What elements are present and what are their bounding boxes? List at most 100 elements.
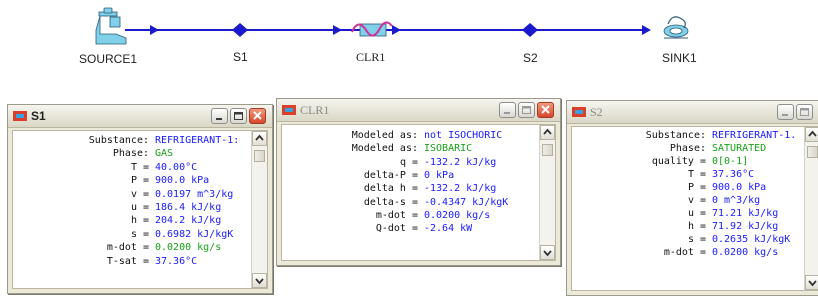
window-titlebar[interactable]: S1 [8,105,272,128]
property-row: T-sat = 37.36°C [13,255,267,268]
property-value[interactable]: 0[0-1] [712,155,748,168]
property-value[interactable]: 186.4 kJ/kg [155,201,221,214]
property-row: Q-dot = -2.64 kW [282,222,555,235]
property-value[interactable]: 0.0200 kg/s [155,241,221,254]
property-label: Modeled as: [351,143,418,155]
property-value[interactable]: 0 m^3/kg [712,194,760,207]
property-value[interactable]: 0.2635 kJ/kgK [712,233,790,246]
scroll-down-button[interactable] [252,273,267,288]
property-value[interactable]: -132.2 kJ/kg [424,182,496,195]
window-titlebar[interactable]: S2 [567,101,818,124]
property-value[interactable]: 71.92 kJ/kg [712,220,778,233]
window-title: S2 [590,105,603,119]
minimize-button[interactable] [211,108,228,124]
property-value[interactable]: -0.4347 kJ/kgK [424,196,508,209]
maximize-button[interactable] [796,104,813,120]
property-row: delta-s = -0.4347 kJ/kgK [282,196,555,209]
property-row: h = 71.92 kJ/kg [572,220,818,233]
window-s2[interactable]: S2 Substance: REFRIGERANT-1. Phase: SATURAT… [566,100,818,296]
property-label: s = [130,228,149,240]
property-value[interactable]: 71.21 kJ/kg [712,207,778,220]
property-row: T = 40.00°C [13,161,267,174]
scroll-thumb[interactable] [542,144,553,156]
minimize-button[interactable] [499,102,516,118]
property-value[interactable]: ISOBARIC [424,142,472,155]
property-value[interactable]: REFRIGERANT-1. [712,129,796,142]
scrollbar[interactable] [804,127,818,290]
property-value[interactable]: 0.0200 kg/s [712,246,778,259]
scroll-down-button[interactable] [540,245,555,260]
properties-panel: Modeled as: not ISOCHORIC Modeled as: ISOBA… [281,124,556,261]
minimize-icon [782,114,788,116]
window-app-icon [13,111,27,121]
window-s1[interactable]: S1 Substance: REFRIGERANT-1: Phase: GAS T = 4… [7,104,273,294]
property-row: u = 186.4 kJ/kg [13,201,267,214]
property-value[interactable]: not ISOCHORIC [424,129,502,142]
property-row: P = 900.0 kPa [13,174,267,187]
property-value[interactable]: GAS [155,147,173,160]
property-row: m-dot = 0.0200 kg/s [13,241,267,254]
property-row: Substance: REFRIGERANT-1: [13,134,267,147]
stream-arrow-icon [392,25,401,35]
scroll-down-button[interactable] [805,275,818,290]
property-label: Phase: [669,143,706,154]
scrollbar[interactable] [251,131,267,288]
property-value[interactable]: -132.2 kJ/kg [424,156,496,169]
property-value[interactable]: 0.0200 kg/s [424,209,490,222]
property-row: s = 0.2635 kJ/kgK [572,233,818,246]
property-label: v = [687,195,706,206]
sink-drain-icon[interactable] [663,16,689,39]
property-label: quality = [651,156,706,167]
stream-node-s1[interactable] [232,23,248,37]
scroll-up-button[interactable] [805,127,818,142]
property-value[interactable]: 204.2 kJ/kg [155,214,221,227]
property-row: delta h = -132.2 kJ/kg [282,182,555,195]
property-value[interactable]: 40.00°C [155,161,197,174]
minimize-icon [504,112,510,114]
property-row: u = 71.21 kJ/kg [572,207,818,220]
close-icon [541,105,550,114]
window-app-icon [282,105,296,115]
close-button[interactable] [537,102,554,118]
sink-label: SINK1 [662,51,697,65]
source-label: SOURCE1 [79,52,138,66]
scroll-up-button[interactable] [252,131,267,146]
arrow-up-icon [255,134,264,141]
cooler-label: CLR1 [356,50,386,64]
faucet-icon[interactable] [95,7,127,45]
scroll-thumb[interactable] [807,146,818,158]
property-value[interactable]: 0 kPa [424,169,454,182]
property-value[interactable]: 0.6982 kJ/kgK [155,228,233,241]
property-value[interactable]: 0.0197 m^3/kg [155,188,233,201]
property-row: s = 0.6982 kJ/kgK [13,228,267,241]
window-title: S1 [31,109,46,123]
property-value[interactable]: 37.36°C [712,168,754,181]
stream-arrow-icon [150,25,159,35]
scrollbar[interactable] [539,125,555,260]
stream-arrow-icon [642,25,651,35]
window-clr1[interactable]: CLR1 Modeled as: not ISOCHORIC Modeled as:… [276,98,561,266]
property-row: m-dot = 0.0200 kg/s [572,246,818,259]
scroll-up-button[interactable] [540,125,555,140]
scroll-thumb[interactable] [254,150,265,162]
close-button[interactable] [249,108,266,124]
property-label: Q-dot = [375,223,418,235]
property-label: T = [687,169,706,180]
window-titlebar[interactable]: CLR1 [277,99,560,122]
property-value[interactable]: SATURATED [712,142,766,155]
property-label: Phase: [112,148,149,160]
maximize-icon [800,108,809,116]
property-value[interactable]: 900.0 kPa [712,181,766,194]
property-value[interactable]: 900.0 kPa [155,174,209,187]
stream-node-s2[interactable] [522,23,538,37]
maximize-button[interactable] [230,108,247,124]
minimize-button[interactable] [777,104,794,120]
window-title: CLR1 [300,103,330,117]
property-label: Substance: [88,135,149,146]
maximize-button[interactable] [518,102,535,118]
stream-label-s2: S2 [523,51,538,65]
property-value[interactable]: -2.64 kW [424,222,472,235]
property-row: quality = 0[0-1] [572,155,818,168]
property-value[interactable]: 37.36°C [155,255,197,268]
property-value[interactable]: REFRIGERANT-1: [155,134,239,147]
